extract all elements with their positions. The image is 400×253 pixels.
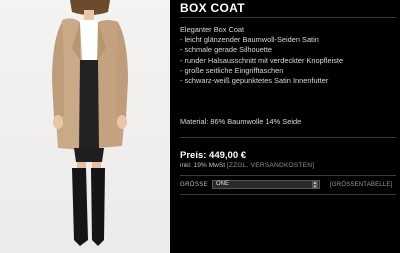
model-wearing-coat-image [52, 0, 128, 246]
description-line: - leicht glänzender Baumwoll-Seiden Sati… [180, 35, 319, 45]
description-line: - schmale gerade Silhouette [180, 45, 273, 55]
shipping-costs-link[interactable]: [ZZGL. VERSANDKOSTEN] [227, 162, 314, 169]
size-label: GRÖSSE [180, 182, 209, 188]
description-line: Eleganter Box Coat [180, 25, 245, 34]
chevron-updown-icon: ▲ ▼ [312, 180, 318, 189]
material-info: Material: 86% Baumwolle 14% Seide [180, 117, 302, 126]
description-line: - große seitliche Eingrifftaschen [180, 65, 284, 75]
vat-info: inkl. 19% MwSt [ZZGL. VERSANDKOSTEN] [180, 162, 314, 169]
product-description: Eleganter Box Coat - leicht glänzender B… [180, 25, 395, 86]
size-selected-value: ONE [216, 181, 230, 187]
title-divider [180, 17, 396, 18]
product-title: BOX COAT [180, 1, 245, 15]
product-info-panel: BOX COAT Eleganter Box Coat - leicht glä… [170, 0, 400, 253]
description-line: - schwarz-weiß gepunktetes Satin Innenfu… [180, 76, 329, 86]
material-divider [180, 137, 396, 138]
description-line: - runder Halsausschnitt mit verdeckter K… [180, 55, 344, 65]
size-table-link[interactable]: [GRÖSSENTABELLE] [330, 182, 392, 188]
vat-text: inkl. 19% MwSt [180, 162, 226, 169]
price: Preis: 449,00 € [180, 150, 247, 161]
size-select[interactable]: ONE ▲ ▼ [212, 180, 320, 189]
product-photo [0, 0, 170, 253]
size-divider [180, 194, 396, 195]
price-divider [180, 175, 396, 176]
